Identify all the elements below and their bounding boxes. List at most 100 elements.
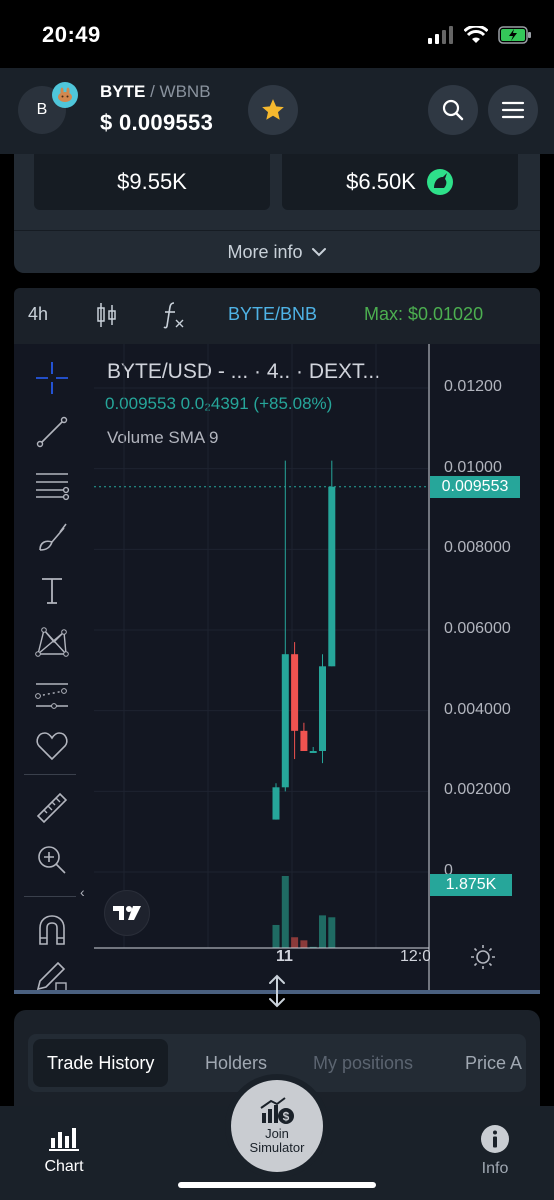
candle-body <box>319 666 326 751</box>
pancakeswap-icon <box>52 82 78 108</box>
token-pair: BYTE / WBNB <box>100 82 211 102</box>
more-info-toggle[interactable]: More info <box>14 230 540 273</box>
join-simulator-button[interactable]: $ Join Simulator <box>231 1080 323 1172</box>
tab-my-positions[interactable]: My positions <box>313 1039 413 1087</box>
chart-legend-ohlc: 0.009553 0.0₂4391 (+85.08%) <box>105 394 333 413</box>
candle-body <box>272 787 280 820</box>
resize-handle[interactable] <box>266 974 288 1013</box>
status-icons <box>428 22 532 48</box>
menu-button[interactable] <box>488 85 538 135</box>
search-icon <box>442 99 464 121</box>
y-axis-label: 0.008000 <box>444 539 511 557</box>
volume-tag: 1.875K <box>430 874 512 896</box>
token-header: B BYTE / WBNB $ 0.009553 <box>0 68 554 154</box>
pattern-tool[interactable] <box>32 622 72 662</box>
forecast-icon <box>35 683 68 709</box>
chevron-down-icon <box>311 248 326 257</box>
volume-bar <box>309 946 317 948</box>
measure-tool[interactable] <box>32 788 72 828</box>
stat-card-marketcap: $6.50K <box>282 154 518 210</box>
tradingview-icon <box>113 906 141 920</box>
chart-pair-toggle[interactable]: BYTE/BNB <box>228 304 317 325</box>
text-tool[interactable] <box>32 570 72 610</box>
brush-icon <box>39 523 67 551</box>
magnet-tool[interactable] <box>32 910 72 950</box>
tradingview-logo[interactable] <box>104 890 150 936</box>
crosshair-tool[interactable] <box>32 358 72 398</box>
tool-separator <box>24 896 76 897</box>
stat-value: $6.50K <box>346 169 416 194</box>
volume-bar <box>319 915 326 948</box>
star-icon <box>262 99 284 120</box>
lock-draw-tool[interactable] <box>32 962 72 992</box>
svg-text:$: $ <box>283 1110 290 1124</box>
y-axis-label: 0.004000 <box>444 700 511 718</box>
nav-chart-label: Chart <box>44 1158 84 1175</box>
chart-toolbar: 4h BYTE/BNB Max: $0.01020 <box>14 288 540 344</box>
candle-body <box>309 751 317 753</box>
nav-info[interactable]: Info <box>455 1124 535 1178</box>
favorite-button[interactable] <box>248 85 298 135</box>
text-icon <box>42 578 62 604</box>
volume-bar <box>300 940 308 948</box>
status-bar: 20:49 <box>0 0 554 68</box>
battery-icon <box>498 26 531 44</box>
search-button[interactable] <box>428 85 478 135</box>
magnet-icon <box>39 915 65 945</box>
stats-panel: $9.55K $6.50K More info <box>14 154 540 273</box>
fib-tool[interactable] <box>32 464 72 504</box>
sun-icon <box>471 945 495 969</box>
prediction-tool[interactable] <box>32 674 72 714</box>
candlestick-icon <box>97 303 116 327</box>
zoom-tool[interactable] <box>32 840 72 880</box>
wifi-icon <box>464 26 488 43</box>
interval-selector[interactable]: 4h <box>28 304 48 325</box>
y-axis-label: 0.006000 <box>444 620 511 637</box>
tradingview-chart[interactable]: BYTE/USD - ... · 4.. · DEXT... 0.009553 … <box>14 344 540 992</box>
collapse-toolbar-icon[interactable]: ‹ <box>80 884 85 900</box>
heart-icon <box>36 732 68 761</box>
quote-token: WBNB <box>159 82 211 101</box>
avatar-letter: B <box>36 101 48 118</box>
volume-bar <box>291 937 299 948</box>
candles-type-button[interactable] <box>96 302 118 333</box>
candle-body <box>300 730 308 751</box>
max-price-label: Max: $0.01020 <box>364 304 484 324</box>
menu-icon <box>501 101 525 119</box>
more-info-label: More info <box>227 241 303 262</box>
brush-tool[interactable] <box>32 518 72 558</box>
nav-info-label: Info <box>481 1160 509 1177</box>
unicorn-icon <box>426 169 453 195</box>
join-simulator-label: Join Simulator <box>249 1126 305 1155</box>
volume-bar <box>281 876 289 948</box>
pencil-lock-icon <box>36 962 67 992</box>
tab-holders[interactable]: Holders <box>205 1039 267 1087</box>
y-axis-label: 0.01000 <box>444 458 502 476</box>
x-axis-label: 11 <box>276 948 293 965</box>
candle-body <box>328 486 336 667</box>
candle-body <box>291 654 299 731</box>
favorites-tool[interactable] <box>32 726 72 766</box>
signal-icon <box>428 26 453 44</box>
resize-arrows-icon <box>269 974 285 1008</box>
chart-legend-title: BYTE/USD - ... · 4.. · DEXT... <box>107 360 381 383</box>
nav-chart[interactable]: Chart <box>24 1124 104 1176</box>
y-axis-label: 0.01200 <box>444 378 502 395</box>
stat-card-liquidity: $9.55K <box>34 154 270 210</box>
base-token: BYTE <box>100 82 146 101</box>
tab-price-alerts[interactable]: Price A <box>465 1039 522 1087</box>
last-price-tag: 0.009553 <box>430 476 520 498</box>
chart-panel: 4h BYTE/BNB Max: $0.01020 BYTE/USD - ...… <box>14 288 540 994</box>
indicators-button[interactable] <box>162 300 186 335</box>
trendline-tool[interactable] <box>32 412 72 452</box>
zoom-in-icon <box>38 846 66 874</box>
trendline-icon <box>36 416 68 448</box>
volume-bar <box>328 917 336 948</box>
tab-trade-history[interactable]: Trade History <box>33 1039 169 1087</box>
y-axis-label: 0.002000 <box>444 781 511 799</box>
home-indicator <box>178 1182 376 1188</box>
simulator-icon: $ <box>260 1097 294 1124</box>
chart-settings-button[interactable] <box>470 944 496 975</box>
stat-value: $9.55K <box>117 169 187 194</box>
crosshair-icon <box>36 362 68 394</box>
